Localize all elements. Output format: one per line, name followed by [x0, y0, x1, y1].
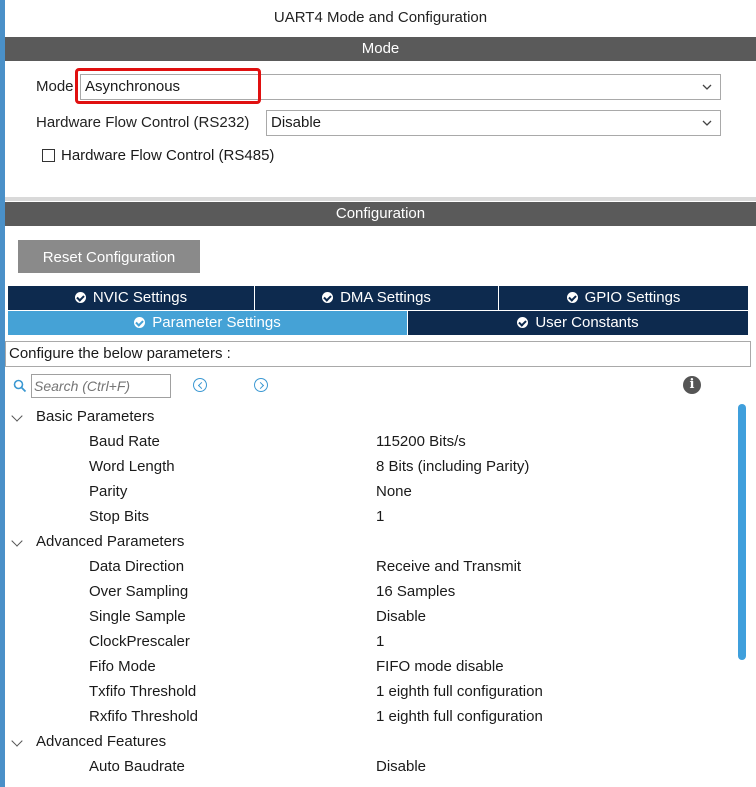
param-value[interactable]: 1 — [376, 504, 384, 529]
tab-dma-settings[interactable]: DMA Settings — [255, 286, 499, 310]
param-name: Word Length — [89, 458, 175, 475]
param-value[interactable]: 8 Bits (including Parity) — [376, 454, 529, 479]
chevron-down-icon[interactable] — [11, 735, 23, 747]
parameter-row[interactable]: Data Direction Receive and Transmit — [5, 554, 735, 579]
hw-flow-rs232-select[interactable]: Disable — [266, 110, 721, 136]
group-label: Advanced Features — [36, 733, 167, 750]
section-divider — [5, 197, 756, 201]
search-input[interactable] — [31, 374, 171, 398]
parameter-row[interactable]: Over Sampling 16 Samples — [5, 579, 735, 604]
configuration-section-header[interactable]: Configuration — [5, 202, 756, 226]
param-name: Single Sample — [89, 608, 186, 625]
mode-section-header[interactable]: Mode — [5, 37, 756, 61]
tab-label: GPIO Settings — [584, 289, 681, 306]
tree-group-row[interactable]: Advanced Parameters — [5, 529, 735, 554]
vertical-scrollbar[interactable] — [738, 404, 746, 660]
check-circle-icon — [134, 317, 146, 328]
previous-result-icon[interactable] — [193, 378, 207, 392]
param-value[interactable]: Disable — [376, 754, 426, 779]
tab-user-constants[interactable]: User Constants — [408, 311, 748, 335]
group-label: Advanced Parameters — [36, 533, 185, 550]
mode-highlight-annotation — [75, 68, 261, 104]
parameter-row[interactable]: Parity None — [5, 479, 735, 504]
check-circle-icon — [566, 292, 578, 303]
tab-label: Parameter Settings — [152, 314, 281, 331]
param-name: Fifo Mode — [89, 658, 156, 675]
param-name: Rxfifo Threshold — [89, 708, 198, 725]
check-circle-icon — [322, 292, 334, 303]
rs485-checkbox[interactable] — [42, 149, 55, 162]
check-circle-icon — [74, 292, 86, 303]
chevron-down-icon — [702, 120, 712, 126]
parameter-row[interactable]: ClockPrescaler 1 — [5, 629, 735, 654]
parameter-row[interactable]: Auto Baudrate Disable — [5, 754, 735, 779]
param-value[interactable]: 1 eighth full configuration — [376, 679, 543, 704]
tree-group-row[interactable]: Basic Parameters — [5, 404, 735, 429]
parameter-row[interactable]: Stop Bits 1 — [5, 504, 735, 529]
tab-nvic-settings[interactable]: NVIC Settings — [8, 286, 255, 310]
chevron-down-icon[interactable] — [11, 535, 23, 547]
param-value[interactable]: 1 eighth full configuration — [376, 704, 543, 729]
param-value[interactable]: Disable — [376, 604, 426, 629]
param-value[interactable]: 16 Samples — [376, 579, 455, 604]
search-bar — [13, 374, 171, 398]
hw-flow-rs232-value: Disable — [271, 114, 322, 131]
param-name: Data Direction — [89, 558, 185, 575]
group-label: Basic Parameters — [36, 408, 155, 425]
reset-configuration-button[interactable]: Reset Configuration — [18, 240, 200, 273]
info-icon[interactable]: i — [683, 376, 701, 394]
next-result-icon[interactable] — [254, 378, 268, 392]
parameter-row[interactable]: Rxfifo Threshold 1 eighth full configura… — [5, 704, 735, 729]
parameter-row[interactable]: Txfifo Threshold 1 eighth full configura… — [5, 679, 735, 704]
param-name: Stop Bits — [89, 508, 150, 525]
param-value[interactable]: FIFO mode disable — [376, 654, 504, 679]
tab-label: User Constants — [535, 314, 639, 331]
parameter-row[interactable]: Word Length 8 Bits (including Parity) — [5, 454, 735, 479]
mode-label: Mode — [36, 78, 74, 95]
search-icon[interactable] — [13, 379, 27, 393]
rs485-label: Hardware Flow Control (RS485) — [61, 147, 275, 164]
chevron-down-icon — [702, 84, 712, 90]
parameter-row[interactable]: Baud Rate 115200 Bits/s — [5, 429, 735, 454]
check-circle-icon — [517, 317, 529, 328]
tab-label: DMA Settings — [340, 289, 431, 306]
param-name: Auto Baudrate — [89, 758, 185, 775]
param-value[interactable]: 1 — [376, 629, 384, 654]
tree-group-row[interactable]: Advanced Features — [5, 729, 735, 754]
param-name: ClockPrescaler — [89, 633, 190, 650]
tab-parameter-settings[interactable]: Parameter Settings — [8, 311, 408, 335]
param-value[interactable]: Receive and Transmit — [376, 554, 521, 579]
parameter-row[interactable]: Single Sample Disable — [5, 604, 735, 629]
window-title: UART4 Mode and Configuration — [273, 9, 488, 26]
parameter-row[interactable]: Fifo Mode FIFO mode disable — [5, 654, 735, 679]
param-value[interactable]: 115200 Bits/s — [376, 429, 466, 454]
param-name: Parity — [89, 483, 128, 500]
param-name: Baud Rate — [89, 433, 160, 450]
chevron-down-icon[interactable] — [11, 410, 23, 422]
tab-label: NVIC Settings — [92, 289, 188, 306]
param-value[interactable]: None — [376, 479, 412, 504]
param-name: Over Sampling — [89, 583, 189, 600]
parameters-description: Configure the below parameters : — [5, 341, 751, 367]
param-name: Txfifo Threshold — [89, 683, 197, 700]
hw-flow-rs232-label: Hardware Flow Control (RS232) — [36, 114, 250, 131]
rs485-checkbox-row[interactable]: Hardware Flow Control (RS485) — [42, 147, 274, 164]
tab-gpio-settings[interactable]: GPIO Settings — [499, 286, 748, 310]
